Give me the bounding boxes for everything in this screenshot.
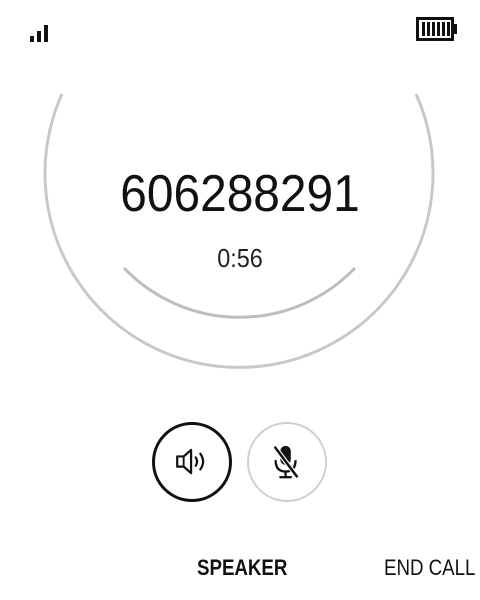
outer-arc bbox=[43, 93, 435, 369]
speaker-icon bbox=[176, 448, 205, 475]
mute-button[interactable] bbox=[247, 422, 327, 502]
speaker-button[interactable] bbox=[152, 422, 232, 502]
inner-arc bbox=[122, 266, 357, 319]
softkey-speaker[interactable]: SPEAKER bbox=[197, 555, 287, 581]
microphone-muted-icon bbox=[272, 445, 300, 479]
call-duration: 0:56 bbox=[217, 243, 263, 273]
caller-number: 606288291 bbox=[120, 165, 360, 223]
softkey-end-call[interactable]: END CALL bbox=[384, 555, 475, 581]
